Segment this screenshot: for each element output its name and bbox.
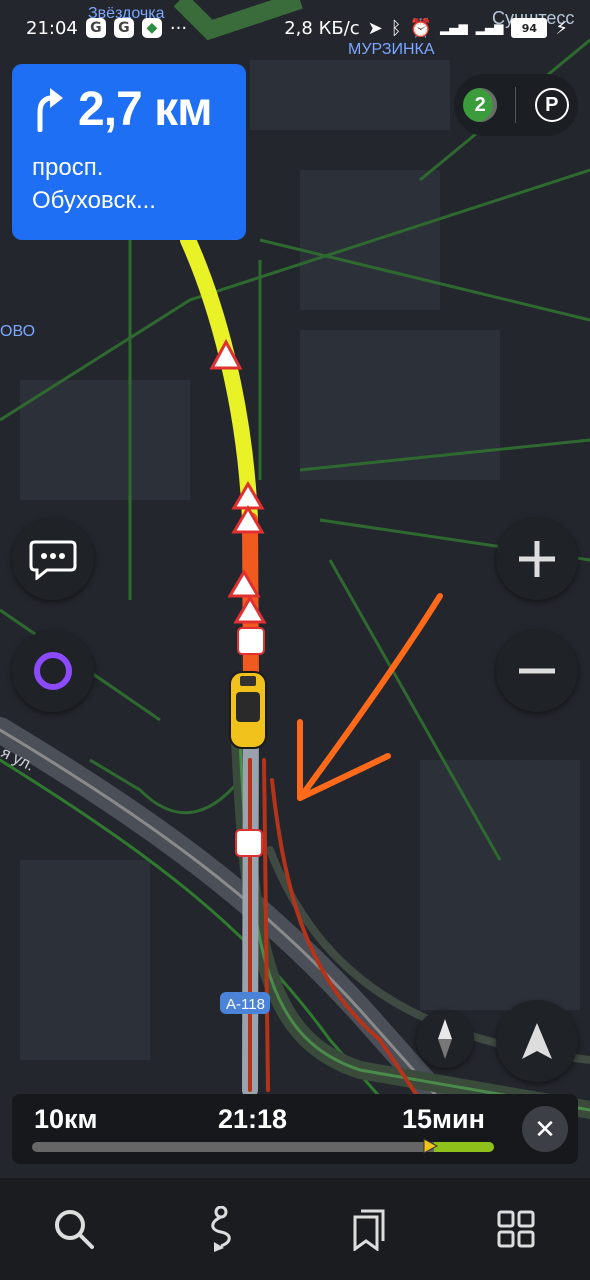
maps-icon: ◆ xyxy=(141,18,162,38)
maneuver-distance: 2,7 км xyxy=(78,83,213,136)
alarm-icon: ⏰ xyxy=(409,17,432,39)
bluetooth-icon: ᛒ xyxy=(390,17,402,39)
chat-icon xyxy=(29,540,77,580)
location-arrow-icon: ➤ xyxy=(367,17,383,39)
maneuver-card[interactable]: 2,7 км просп. Обуховск... xyxy=(12,64,246,240)
zoom-in-icon xyxy=(519,541,555,577)
network-speed: 2,8 КБ/с xyxy=(284,17,360,39)
map-label-left: ОВО xyxy=(0,323,35,340)
traffic-parking-pill[interactable]: 2 P xyxy=(454,74,578,136)
search-icon xyxy=(54,1210,94,1249)
trip-progress-fill xyxy=(433,1142,494,1152)
zoom-in-button[interactable] xyxy=(496,518,578,600)
zoom-out-button[interactable] xyxy=(496,630,578,712)
navigation-arrow-icon xyxy=(522,1023,552,1059)
close-icon: ✕ xyxy=(534,1113,556,1144)
trip-arrival-time: 21:18 xyxy=(218,1104,288,1134)
alice-button[interactable] xyxy=(12,630,94,712)
status-more: ··· xyxy=(169,17,188,39)
menu-button[interactable] xyxy=(476,1189,556,1269)
route-button[interactable] xyxy=(181,1189,261,1269)
battery-icon: 94 xyxy=(511,18,548,38)
alice-icon xyxy=(34,652,72,690)
bookmarks-button[interactable] xyxy=(329,1189,409,1269)
google-icon: G xyxy=(113,18,134,38)
compass-button[interactable] xyxy=(416,1010,474,1068)
progress-marker-icon xyxy=(423,1138,438,1154)
status-time: 21:04 xyxy=(26,17,78,39)
parking-button[interactable]: P xyxy=(534,88,569,122)
maneuver-street: просп. Обуховск... xyxy=(32,151,226,217)
turn-right-arrow-icon xyxy=(37,87,63,132)
street-line-1: просп. xyxy=(32,154,104,181)
close-route-button[interactable]: ✕ xyxy=(522,1106,568,1152)
compass-icon xyxy=(438,1019,452,1059)
charging-icon: ⚡ xyxy=(555,17,568,39)
trip-panel[interactable]: 10км 21:18 15мин ✕ xyxy=(12,1094,578,1164)
navigation-button[interactable] xyxy=(496,1000,578,1082)
status-bar: 21:04 G G ◆ ··· 2,8 КБ/с ➤ ᛒ ⏰ ▂▄▆ ▂▄▆ 9… xyxy=(0,0,590,56)
chat-button[interactable] xyxy=(12,518,94,600)
zoom-out-icon xyxy=(519,668,555,674)
street-line-2: Обуховск... xyxy=(32,187,156,214)
route-icon xyxy=(211,1206,231,1252)
trip-duration: 15мин xyxy=(402,1104,485,1134)
google-icon: G xyxy=(85,18,106,38)
bottom-nav xyxy=(0,1178,590,1280)
signal-icon: ▂▄▆ xyxy=(475,21,504,35)
pill-divider xyxy=(515,87,517,123)
menu-grid-icon xyxy=(497,1210,535,1248)
road-shield: А-118 xyxy=(226,996,265,1013)
signal-4g-icon: ▂▄▆ xyxy=(439,21,468,35)
trip-distance: 10км xyxy=(34,1104,98,1134)
traffic-level-badge[interactable]: 2 xyxy=(463,88,498,122)
bookmarks-icon xyxy=(353,1209,385,1251)
search-button[interactable] xyxy=(34,1189,114,1269)
